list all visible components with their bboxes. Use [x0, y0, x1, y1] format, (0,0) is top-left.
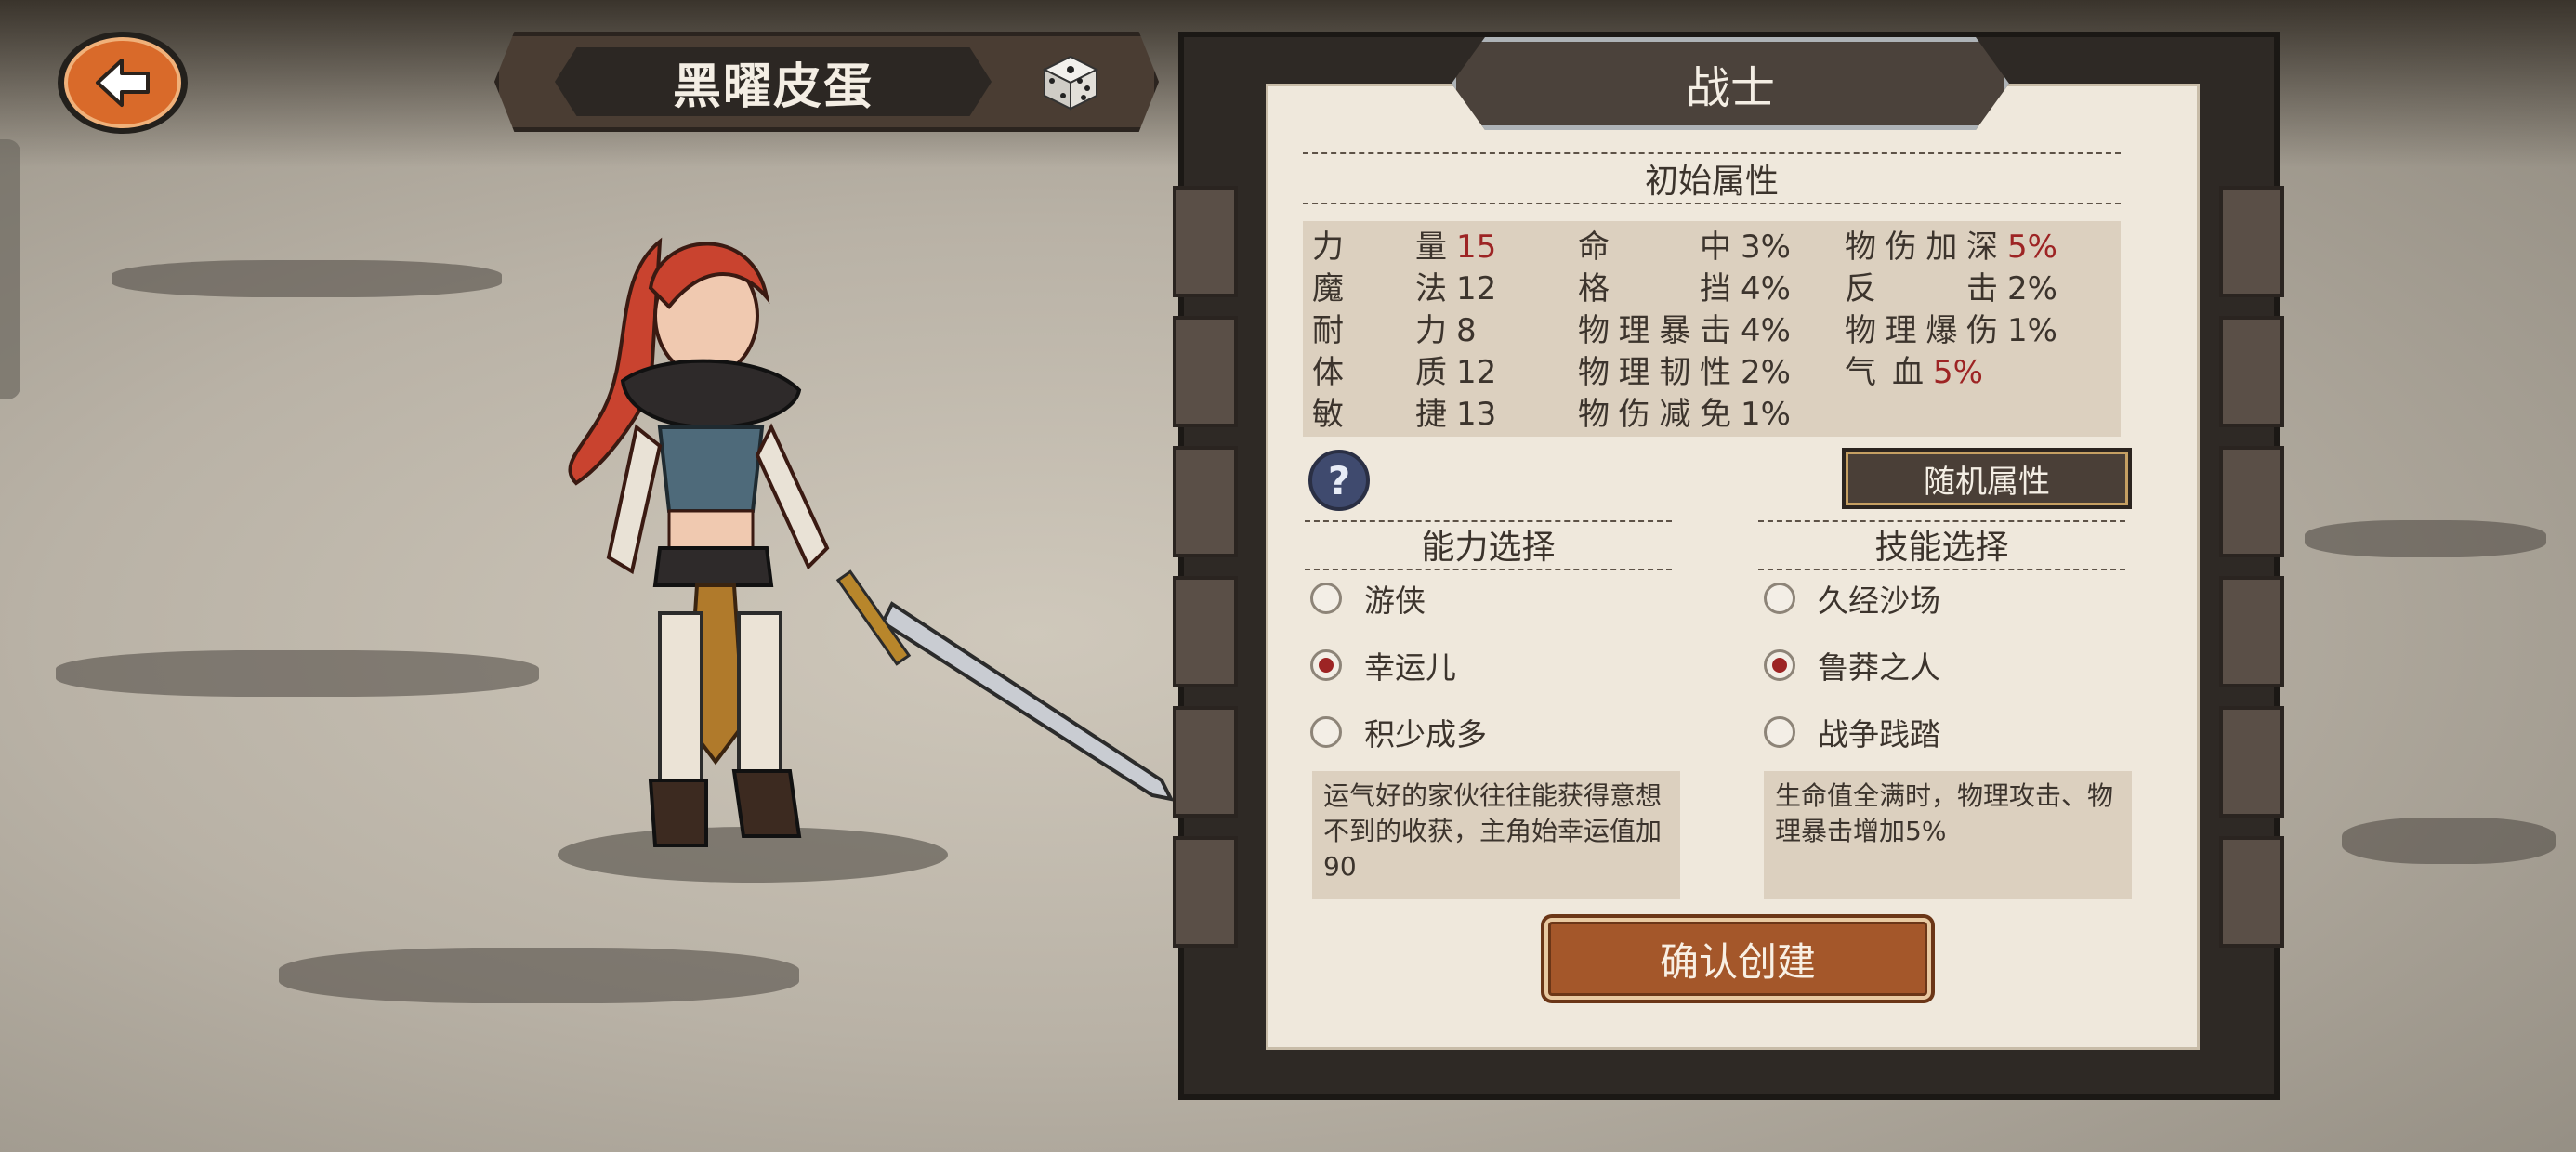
dice-icon[interactable] — [1041, 53, 1100, 112]
frame-plank — [1173, 706, 1238, 818]
radio-button-selected[interactable] — [1310, 649, 1342, 681]
stat-phys-crit: 物理暴击 4% — [1578, 312, 1791, 349]
ability-selection-title: 能力选择 — [1305, 520, 1672, 570]
stat-phys-crit-damage: 物理爆伤 1% — [1845, 312, 2057, 349]
character-name-plate: 黑曜皮蛋 — [494, 32, 1159, 132]
ability-option-lucky[interactable]: 幸运儿 — [1310, 643, 1456, 687]
question-icon: ? — [1327, 457, 1351, 504]
frame-plank — [1173, 316, 1238, 427]
stat-phys-toughness: 物理韧性 2% — [1578, 354, 1791, 391]
ground-crack — [2305, 520, 2546, 557]
ability-option-accumulate[interactable]: 积少成多 — [1310, 710, 1487, 754]
ability-description: 运气好的家伙往往能获得意想不到的收获，主角始幸运值加90 — [1312, 771, 1680, 899]
stat-counter: 反击 2% — [1845, 270, 2057, 308]
skill-selection-title: 技能选择 — [1758, 520, 2125, 570]
frame-plank — [2219, 186, 2284, 297]
attributes-title: 初始属性 — [1303, 152, 2121, 204]
stat-hit: 命中 3% — [1578, 229, 1791, 266]
radio-button[interactable] — [1764, 583, 1795, 614]
frame-plank — [2219, 706, 2284, 818]
radio-button-selected[interactable] — [1764, 649, 1795, 681]
stat-phys-damage-boost: 物伤加深 5% — [1845, 229, 2057, 266]
stat-agility: 敏捷 13 — [1312, 396, 1497, 433]
frame-plank — [1173, 576, 1238, 687]
character-name-field[interactable]: 黑曜皮蛋 — [555, 47, 992, 116]
ground-crack — [2342, 818, 2556, 864]
stat-strength: 力量 15 — [1312, 229, 1497, 266]
frame-plank — [2219, 316, 2284, 427]
stat-endurance: 耐力 8 — [1312, 312, 1477, 349]
character-name: 黑曜皮蛋 — [672, 59, 874, 115]
randomize-attributes-button[interactable]: 随机属性 — [1842, 448, 2132, 509]
back-arrow-icon — [96, 59, 150, 107]
ground-crack — [112, 260, 502, 297]
ground-crack — [56, 650, 539, 697]
class-title-plate: 战士 — [1452, 37, 2009, 130]
stat-magic: 魔法 12 — [1312, 270, 1497, 308]
skill-option-reckless[interactable]: 鲁莽之人 — [1764, 643, 1940, 687]
ground-crack — [279, 948, 799, 1003]
confirm-create-button[interactable]: 确认创建 — [1544, 918, 1931, 1000]
skill-description: 生命值全满时，物理攻击、物理暴击增加5% — [1764, 771, 2132, 899]
frame-plank — [2219, 446, 2284, 557]
class-title: 战士 — [1685, 62, 1775, 114]
ability-option-ranger[interactable]: 游侠 — [1310, 576, 1426, 621]
back-button[interactable] — [58, 32, 188, 134]
stat-block: 格挡 4% — [1578, 270, 1791, 308]
radio-button[interactable] — [1310, 583, 1342, 614]
frame-plank — [1173, 186, 1238, 297]
radio-button[interactable] — [1310, 716, 1342, 748]
stat-hp: 气血 5% — [1845, 354, 1983, 391]
stat-constitution: 体质 12 — [1312, 354, 1497, 391]
skill-option-war-stomp[interactable]: 战争践踏 — [1764, 710, 1940, 754]
stat-phys-reduction: 物伤减免 1% — [1578, 396, 1791, 433]
skill-option-veteran[interactable]: 久经沙场 — [1764, 576, 1940, 621]
radio-button[interactable] — [1764, 716, 1795, 748]
frame-plank — [1173, 836, 1238, 948]
warrior-character-portrait — [558, 237, 1175, 883]
side-drawer-handle[interactable] — [0, 139, 20, 399]
help-button[interactable]: ? — [1308, 450, 1370, 511]
frame-plank — [1173, 446, 1238, 557]
frame-plank — [2219, 836, 2284, 948]
frame-plank — [2219, 576, 2284, 687]
